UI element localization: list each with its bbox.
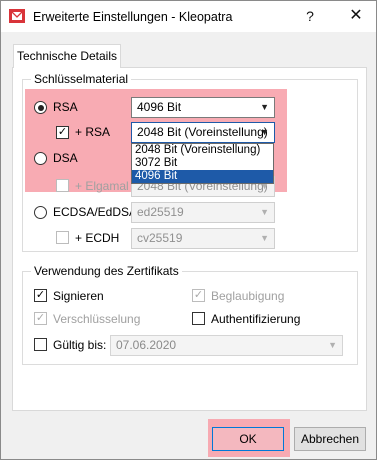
ecdh-checkbox[interactable] xyxy=(56,231,69,244)
chevron-down-icon: ▼ xyxy=(260,102,269,112)
encrypt-label: Verschlüsselung xyxy=(53,312,141,326)
tab-technical-details[interactable]: Technische Details xyxy=(13,44,121,68)
ecdh-curve-value: cv25519 xyxy=(137,231,183,245)
encrypt-checkbox[interactable]: ✓ xyxy=(34,312,47,325)
chevron-down-icon: ▼ xyxy=(260,207,269,217)
ecdh-label: + ECDH xyxy=(75,231,120,245)
rsa-label: RSA xyxy=(53,100,78,114)
key-material-title: Schlüsselmaterial xyxy=(31,72,132,86)
elgamal-checkbox[interactable] xyxy=(56,179,69,192)
kleopatra-app-icon xyxy=(9,9,25,23)
dropdown-option[interactable]: 3072 Bit xyxy=(132,157,273,170)
certificate-usage-title: Verwendung des Zertifikats xyxy=(31,264,182,278)
sign-checkbox[interactable]: ✓ xyxy=(34,289,47,302)
dropdown-option[interactable]: 2048 Bit (Voreinstellung) xyxy=(132,144,273,157)
close-button[interactable]: ✕ xyxy=(345,6,367,26)
valid-until-label: Gültig bis: xyxy=(53,338,107,352)
cancel-button[interactable]: Abbrechen xyxy=(294,427,366,451)
dsa-radio[interactable] xyxy=(34,152,47,165)
rsa-size-value: 4096 Bit xyxy=(137,100,182,114)
help-button[interactable]: ? xyxy=(299,6,321,26)
chevron-down-icon: ▼ xyxy=(260,127,269,137)
valid-until-date-value: 07.06.2020 xyxy=(116,338,177,352)
ecdsa-label: ECDSA/EdDSA xyxy=(53,205,138,219)
rsa-subkey-size-value: 2048 Bit (Voreinstellung) xyxy=(137,125,268,139)
chevron-down-icon: ▼ xyxy=(260,233,269,243)
ok-button[interactable]: OK xyxy=(212,427,284,451)
dsa-label: DSA xyxy=(53,151,78,165)
rsa-radio[interactable] xyxy=(34,101,47,114)
authenticate-checkbox[interactable] xyxy=(192,312,205,325)
rsa-subkey-checkbox[interactable]: ✓ xyxy=(56,126,69,139)
certify-label: Beglaubigung xyxy=(211,289,285,303)
dropdown-option-selected[interactable]: 4096 Bit xyxy=(132,170,273,183)
certify-checkbox[interactable]: ✓ xyxy=(192,289,205,302)
sign-label: Signieren xyxy=(53,289,104,303)
ecdsa-radio[interactable] xyxy=(34,206,47,219)
valid-until-date-field[interactable]: 07.06.2020 ▼ xyxy=(110,335,343,356)
title-bar: Erweiterte Einstellungen - Kleopatra ? ✕ xyxy=(1,1,376,32)
rsa-subkey-size-dropdown[interactable]: 2048 Bit (Voreinstellung) 3072 Bit 4096 … xyxy=(131,143,274,184)
dialog-window: Erweiterte Einstellungen - Kleopatra ? ✕… xyxy=(0,0,377,460)
elgamal-label: + Elgamal xyxy=(75,179,129,193)
window-title: Erweiterte Einstellungen - Kleopatra xyxy=(33,10,233,24)
ecdsa-curve-value: ed25519 xyxy=(137,205,184,219)
valid-until-checkbox[interactable] xyxy=(34,338,47,351)
chevron-down-icon: ▼ xyxy=(328,340,337,350)
rsa-subkey-size-combo[interactable]: 2048 Bit (Voreinstellung) ▼ xyxy=(131,122,275,143)
ecdsa-curve-combo[interactable]: ed25519 ▼ xyxy=(131,202,275,223)
rsa-subkey-label: + RSA xyxy=(75,125,111,139)
rsa-size-combo[interactable]: 4096 Bit ▼ xyxy=(131,97,275,118)
ecdh-curve-combo[interactable]: cv25519 ▼ xyxy=(131,228,275,249)
authenticate-label: Authentifizierung xyxy=(211,312,301,326)
